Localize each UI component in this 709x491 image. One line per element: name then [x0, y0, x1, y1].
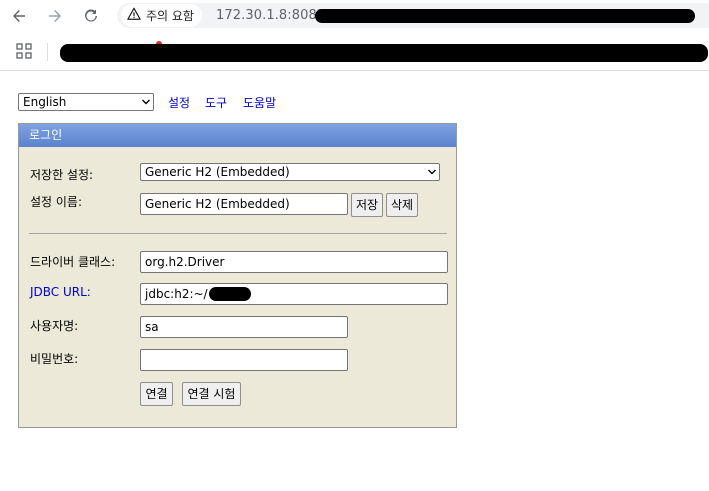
login-header: 로그인	[19, 124, 456, 147]
forward-arrow-icon[interactable]	[44, 5, 66, 27]
security-label: 주의 요함	[146, 9, 194, 23]
tools-link[interactable]: 도구	[205, 94, 227, 111]
saved-settings-value: Generic H2 (Embedded)	[145, 165, 290, 179]
h2-console-page: English 설정 도구 도움말 로그인 저장한 설정: Generic H2…	[0, 71, 709, 491]
connect-button[interactable]: 연결	[140, 382, 173, 406]
settings-link[interactable]: 설정	[168, 94, 190, 111]
saved-settings-label: 저장한 설정:	[30, 168, 94, 182]
save-button[interactable]: 저장	[351, 193, 383, 217]
password-input[interactable]	[140, 349, 348, 371]
browser-toolbar: 주의 요함 172.30.1.8:8082/	[0, 0, 709, 32]
jdbc-url-input[interactable]: jdbc:h2:~/	[140, 283, 448, 305]
redacted-url-mask	[315, 9, 695, 23]
username-input[interactable]: sa	[140, 316, 348, 338]
jdbc-url-label[interactable]: JDBC URL:	[30, 285, 91, 299]
jdbc-url-value: jdbc:h2:~/	[145, 287, 208, 301]
bookmarks-separator	[47, 43, 48, 61]
test-connection-button[interactable]: 연결 시험	[182, 382, 241, 406]
login-panel: 로그인 저장한 설정: Generic H2 (Embedded) 설정 이름:…	[18, 123, 457, 428]
language-select[interactable]: English	[18, 93, 154, 111]
chevron-down-icon	[425, 165, 439, 179]
bookmarks-bar	[0, 32, 709, 71]
language-value: English	[23, 95, 67, 109]
delete-button[interactable]: 삭제	[386, 193, 418, 217]
redacted-path-mask	[208, 287, 251, 301]
chevron-down-icon	[139, 95, 153, 109]
password-label: 비밀번호:	[30, 352, 79, 366]
username-label: 사용자명:	[30, 319, 79, 333]
driver-class-label: 드라이버 클래스:	[30, 255, 116, 269]
driver-class-input[interactable]: org.h2.Driver	[140, 251, 448, 273]
saved-settings-select[interactable]: Generic H2 (Embedded)	[140, 163, 440, 181]
back-arrow-icon[interactable]	[8, 5, 30, 27]
url-text: 172.30.1.8:8082/	[216, 8, 330, 23]
help-link[interactable]: 도움말	[243, 94, 276, 111]
divider	[29, 233, 447, 234]
setting-name-input[interactable]: Generic H2 (Embedded)	[140, 193, 348, 215]
address-bar[interactable]: 주의 요함 172.30.1.8:8082/	[117, 3, 709, 28]
setting-name-label: 설정 이름:	[30, 195, 83, 209]
security-chip[interactable]: 주의 요함	[121, 4, 202, 27]
apps-grid-icon[interactable]	[16, 43, 32, 59]
redacted-bookmarks-mask	[60, 44, 708, 62]
warning-icon	[127, 7, 141, 24]
reload-icon[interactable]	[80, 5, 102, 27]
